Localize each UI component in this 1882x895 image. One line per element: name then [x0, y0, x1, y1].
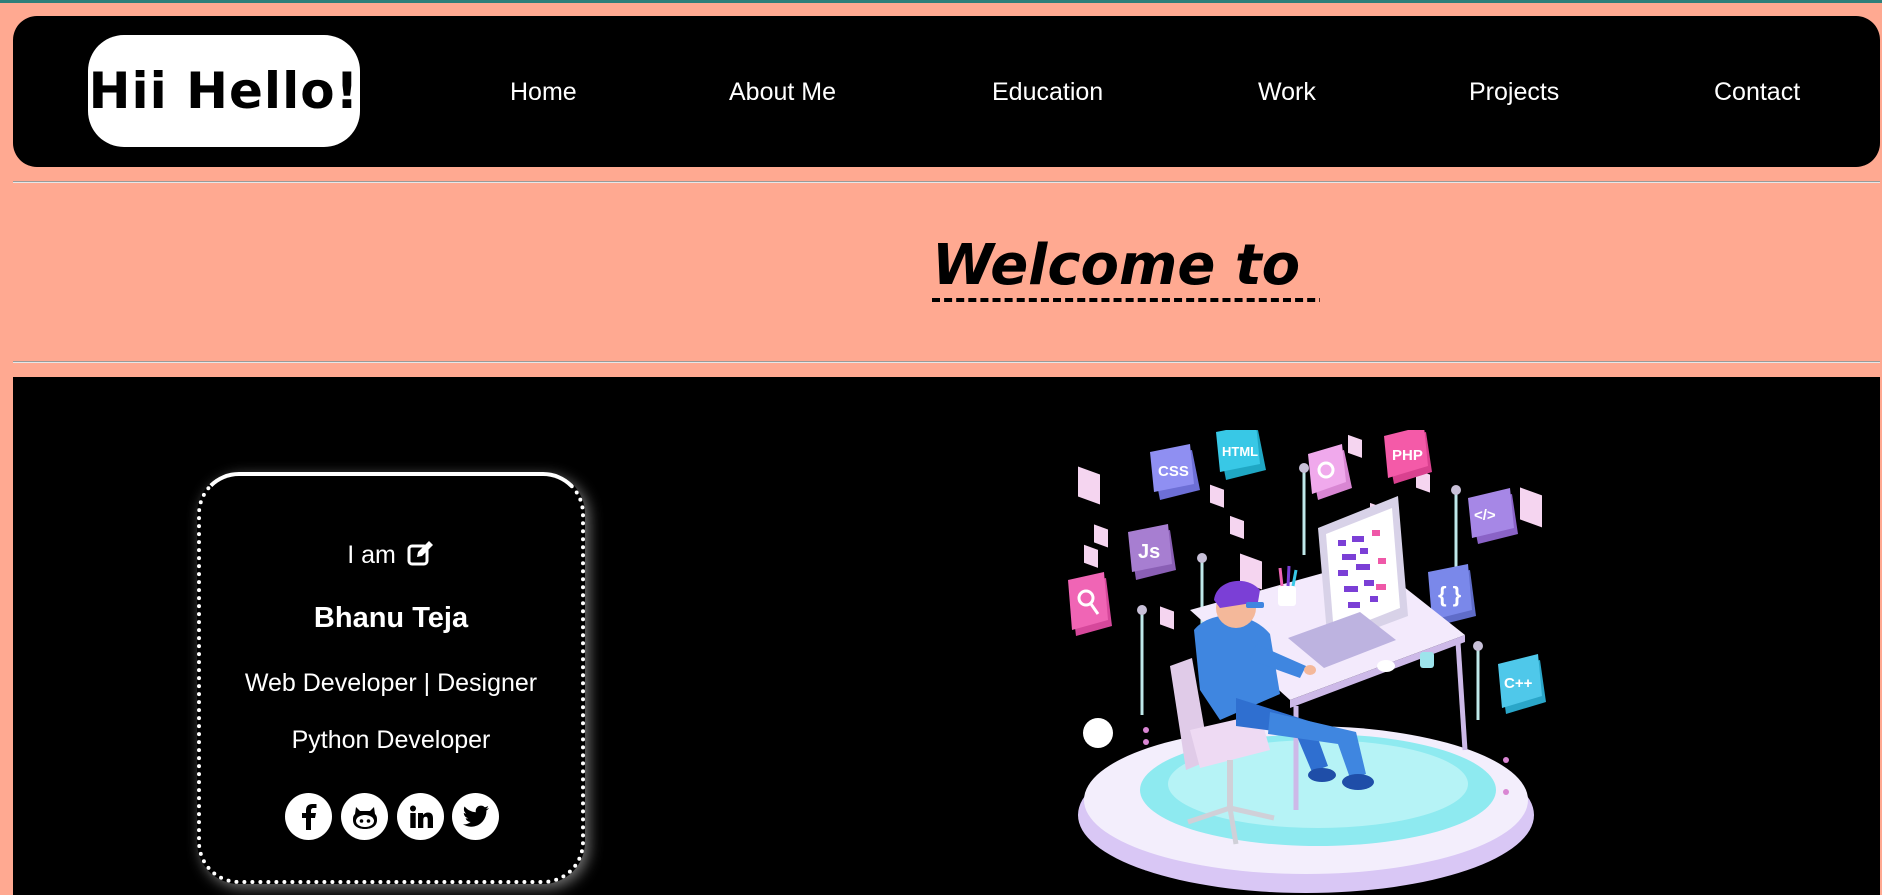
html-label: HTML: [1222, 444, 1258, 459]
role-line-1: Web Developer | Designer: [244, 669, 538, 697]
iam-label: I am: [347, 541, 396, 569]
nav-home[interactable]: Home: [510, 77, 577, 107]
css-label: CSS: [1158, 463, 1189, 480]
divider-top: [13, 181, 1880, 183]
nav-education[interactable]: Education: [992, 77, 1103, 107]
search-badge: [1068, 572, 1112, 636]
twitter-icon: [462, 805, 490, 829]
profile-name: Bhanu Teja: [313, 602, 469, 634]
code-badge: </>: [1468, 488, 1518, 544]
github-button[interactable]: [341, 793, 388, 840]
nav-about-me[interactable]: About Me: [729, 77, 836, 107]
welcome-text: Welcome to My: [932, 234, 1320, 302]
top-accent-strip: [0, 0, 1882, 3]
js-label: Js: [1138, 541, 1160, 563]
js-badge: Js: [1128, 524, 1176, 580]
facebook-icon: [296, 803, 322, 831]
linkedin-button[interactable]: [397, 793, 444, 840]
twitter-button[interactable]: [452, 793, 499, 840]
html-badge: HTML: [1216, 430, 1266, 480]
css-badge: CSS: [1150, 444, 1200, 500]
cpp-badge: C++: [1498, 654, 1546, 714]
nav-work[interactable]: Work: [1258, 77, 1316, 107]
platform-dot: [1083, 718, 1113, 748]
logo-text: Hii Hello!: [88, 62, 360, 120]
cup: [1420, 652, 1434, 668]
role-line-2: Python Developer: [291, 726, 491, 754]
cpp-label: C++: [1504, 675, 1533, 692]
logo[interactable]: Hii Hello!: [88, 35, 360, 147]
nav-contact[interactable]: Contact: [1714, 77, 1800, 107]
developer-illustration: CSS HTML PHP Js </> { } C++: [1068, 430, 1546, 893]
gear-badge: [1308, 444, 1352, 500]
welcome-heading: Welcome to My: [932, 234, 1320, 306]
linkedin-icon: [408, 804, 434, 830]
iam-line: I am: [197, 540, 585, 573]
php-label: PHP: [1392, 447, 1423, 464]
mouse: [1377, 660, 1395, 672]
divider-bottom: [13, 361, 1880, 363]
pencil-holder: [1278, 565, 1298, 606]
edit-icon: [407, 540, 435, 573]
braces-label: { }: [1438, 582, 1462, 607]
code-label: </>: [1474, 507, 1496, 524]
github-icon: [350, 804, 380, 830]
facebook-button[interactable]: [285, 793, 332, 840]
nav-projects[interactable]: Projects: [1469, 77, 1559, 107]
